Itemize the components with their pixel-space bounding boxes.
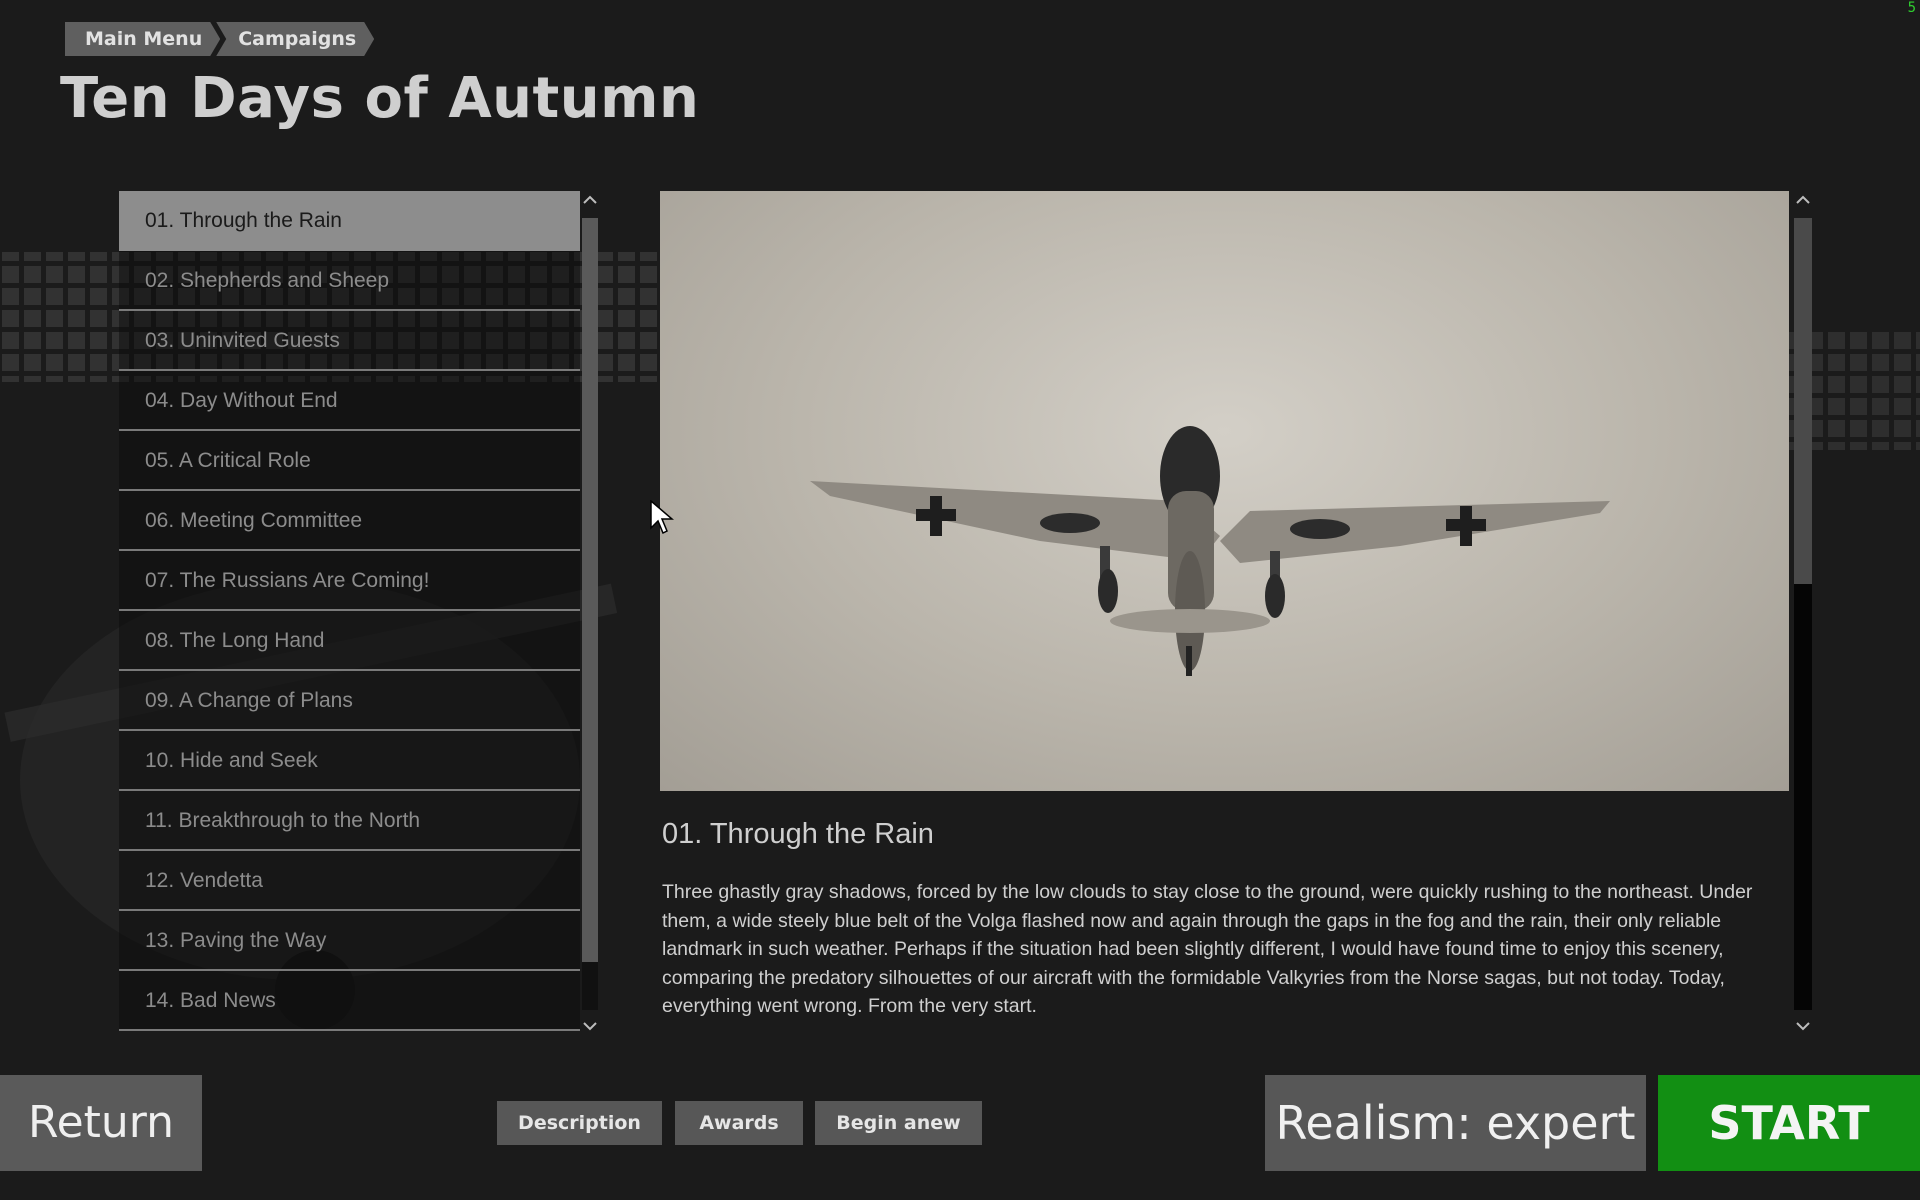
chevron-up-icon[interactable] <box>579 192 601 210</box>
mission-item-04[interactable]: 04. Day Without End <box>119 371 580 431</box>
description-scroll-thumb[interactable] <box>1794 218 1812 584</box>
mission-list: 01. Through the Rain 02. Shepherds and S… <box>119 191 580 1035</box>
start-button[interactable]: START <box>1658 1075 1920 1171</box>
chevron-down-icon[interactable] <box>1792 1018 1814 1036</box>
mission-item-11[interactable]: 11. Breakthrough to the North <box>119 791 580 851</box>
breadcrumb-main-menu[interactable]: Main Menu <box>65 22 220 56</box>
mission-item-12[interactable]: 12. Vendetta <box>119 851 580 911</box>
description-scrollbar[interactable] <box>1794 218 1812 1010</box>
return-button[interactable]: Return <box>0 1075 202 1171</box>
tab-description[interactable]: Description <box>497 1101 662 1145</box>
mission-item-08[interactable]: 08. The Long Hand <box>119 611 580 671</box>
mission-item-07[interactable]: 07. The Russians Are Coming! <box>119 551 580 611</box>
fps-counter: 5 <box>1907 0 1916 16</box>
realism-button[interactable]: Realism: expert <box>1265 1075 1646 1171</box>
mission-item-03[interactable]: 03. Uninvited Guests <box>119 311 580 371</box>
mission-item-14[interactable]: 14. Bad News <box>119 971 580 1031</box>
mission-item-10[interactable]: 10. Hide and Seek <box>119 731 580 791</box>
mission-list-scroll-thumb[interactable] <box>582 218 598 962</box>
mission-item-06[interactable]: 06. Meeting Committee <box>119 491 580 551</box>
mission-image <box>660 191 1789 791</box>
chevron-down-icon[interactable] <box>579 1018 601 1036</box>
mission-item-13[interactable]: 13. Paving the Way <box>119 911 580 971</box>
chevron-up-icon[interactable] <box>1792 192 1814 210</box>
tab-awards[interactable]: Awards <box>675 1101 803 1145</box>
page-title: Ten Days of Autumn <box>60 66 700 131</box>
begin-anew-button[interactable]: Begin anew <box>815 1101 982 1145</box>
mission-item-01[interactable]: 01. Through the Rain <box>119 191 580 251</box>
mission-item-09[interactable]: 09. A Change of Plans <box>119 671 580 731</box>
mission-description-text: Three ghastly gray shadows, forced by th… <box>662 881 1753 1017</box>
breadcrumb-campaigns[interactable]: Campaigns <box>216 22 374 56</box>
mission-item-02[interactable]: 02. Shepherds and Sheep <box>119 251 580 311</box>
mission-item-05[interactable]: 05. A Critical Role <box>119 431 580 491</box>
mission-list-scrollbar[interactable] <box>582 218 598 1010</box>
breadcrumb: Main Menu Campaigns <box>65 22 376 56</box>
mission-description-title: 01. Through the Rain <box>662 818 934 850</box>
mouse-pointer-icon <box>650 500 674 535</box>
